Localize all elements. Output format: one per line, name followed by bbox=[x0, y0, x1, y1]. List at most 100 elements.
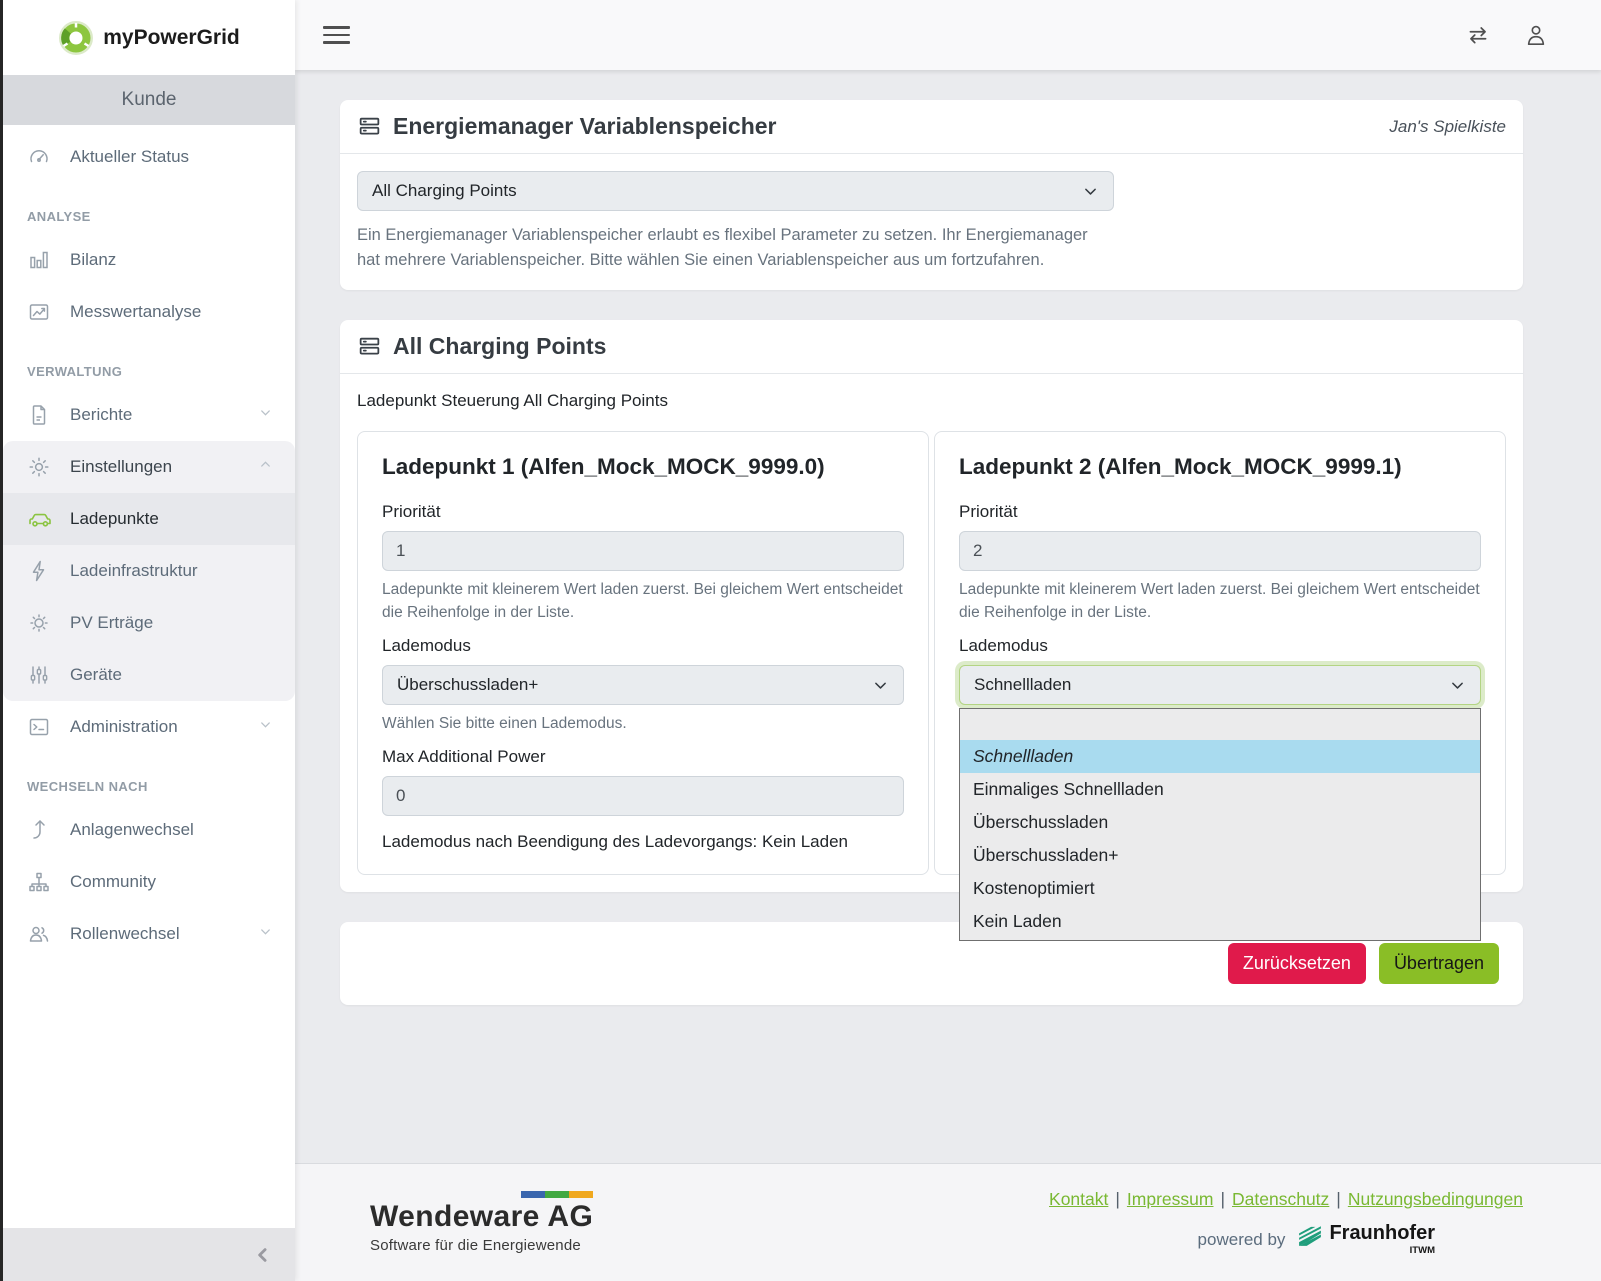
sidebar-item-label: Messwertanalyse bbox=[70, 302, 273, 322]
lademodus-label: Lademodus bbox=[959, 636, 1481, 656]
sliders-icon bbox=[27, 663, 53, 687]
link-separator: | bbox=[1336, 1189, 1341, 1209]
sidebar-item-label: Geräte bbox=[70, 665, 273, 685]
footer-link-nutzungsbedingungen[interactable]: Nutzungsbedingungen bbox=[1348, 1189, 1523, 1209]
logo: myPowerGrid bbox=[3, 0, 295, 75]
sidebar-item-bilanz[interactable]: Bilanz bbox=[3, 234, 295, 286]
lademodus-label: Lademodus bbox=[382, 636, 904, 656]
content-column: Energiemanager Variablenspeicher Jan's S… bbox=[295, 0, 1601, 1281]
sun-icon bbox=[27, 611, 53, 635]
sidebar-item-label: Einstellungen bbox=[70, 457, 258, 477]
section-verwaltung: VERWALTUNG bbox=[3, 364, 295, 379]
sidebar-item-berichte[interactable]: Berichte bbox=[3, 389, 295, 441]
context-label: Jan's Spielkiste bbox=[1389, 117, 1506, 137]
footer-link-datenschutz[interactable]: Datenschutz bbox=[1232, 1189, 1329, 1209]
sidebar-item-community[interactable]: Community bbox=[3, 856, 295, 908]
sidebar-item-messwertanalyse[interactable]: Messwertanalyse bbox=[3, 286, 295, 338]
dropdown-option-einmaliges-schnellladen[interactable]: Einmaliges Schnellladen bbox=[960, 773, 1480, 806]
prioritaet-input-2[interactable] bbox=[959, 531, 1481, 571]
sidebar-item-label: Administration bbox=[70, 717, 258, 737]
gauge-icon bbox=[27, 145, 53, 169]
variablenspeicher-select[interactable]: All Charging Points bbox=[357, 171, 1114, 211]
variablenspeicher-card: Energiemanager Variablenspeicher Jan's S… bbox=[340, 100, 1523, 290]
customer-label: Kunde bbox=[122, 89, 177, 111]
ladepunkt-2-title: Ladepunkt 2 (Alfen_Mock_MOCK_9999.1) bbox=[959, 454, 1481, 480]
prioritaet-input-1[interactable] bbox=[382, 531, 904, 571]
sidebar-item-label: Ladeinfrastruktur bbox=[70, 561, 273, 581]
sidebar-item-rollenwechsel[interactable]: Rollenwechsel bbox=[3, 908, 295, 960]
page-title: Energiemanager Variablenspeicher bbox=[393, 113, 777, 140]
section-wechseln-nach: WECHSELN NACH bbox=[3, 779, 295, 794]
max-power-input-1[interactable] bbox=[382, 776, 904, 816]
footer-link-impressum[interactable]: Impressum bbox=[1127, 1189, 1214, 1209]
dropdown-option-ueberschussladen[interactable]: Überschussladen bbox=[960, 806, 1480, 839]
variablenspeicher-select-value: All Charging Points bbox=[372, 181, 517, 201]
link-separator: | bbox=[1115, 1189, 1120, 1209]
after-charge-note: Lademodus nach Beendigung des Ladevorgan… bbox=[382, 832, 904, 852]
chevron-down-icon bbox=[1449, 677, 1466, 694]
sidebar-item-einstellungen[interactable]: Einstellungen bbox=[3, 441, 295, 493]
gear-icon bbox=[27, 455, 53, 479]
sidebar-item-geraete[interactable]: Geräte bbox=[3, 649, 295, 701]
sidebar: myPowerGrid Kunde Aktueller Status ANALY… bbox=[0, 0, 295, 1281]
section-analyse: ANALYSE bbox=[3, 209, 295, 224]
document-icon bbox=[27, 403, 53, 427]
chevron-down-icon bbox=[258, 924, 273, 944]
app-root: myPowerGrid Kunde Aktueller Status ANALY… bbox=[0, 0, 1601, 1281]
ladepunkt-1-panel: Ladepunkt 1 (Alfen_Mock_MOCK_9999.0) Pri… bbox=[357, 431, 929, 876]
dropdown-option-schnellladen[interactable]: Schnellladen bbox=[960, 740, 1480, 773]
sidebar-item-administration[interactable]: Administration bbox=[3, 701, 295, 753]
reset-button[interactable]: Zurücksetzen bbox=[1228, 943, 1366, 984]
arrow-up-curve-icon bbox=[27, 818, 53, 842]
sidebar-item-label: Aktueller Status bbox=[70, 147, 273, 167]
terminal-icon bbox=[27, 715, 53, 739]
dropdown-option-ueberschussladen-plus[interactable]: Überschussladen+ bbox=[960, 839, 1480, 872]
prioritaet-help: Ladepunkte mit kleinerem Wert laden zuer… bbox=[959, 578, 1481, 625]
sidebar-item-aktueller-status[interactable]: Aktueller Status bbox=[3, 131, 295, 183]
chevron-down-icon bbox=[1082, 183, 1099, 200]
switch-arrows-icon[interactable] bbox=[1463, 22, 1493, 48]
sidebar-item-anlagenwechsel[interactable]: Anlagenwechsel bbox=[3, 804, 295, 856]
variablenspeicher-description: Ein Energiemanager Variablenspeicher erl… bbox=[357, 223, 1102, 273]
sidebar-item-pv-ertraege[interactable]: PV Erträge bbox=[3, 597, 295, 649]
powered-by-text: powered by bbox=[1198, 1230, 1286, 1250]
user-icon[interactable] bbox=[1523, 21, 1549, 49]
chevron-down-icon bbox=[872, 677, 889, 694]
lightning-icon bbox=[27, 559, 53, 583]
submit-button[interactable]: Übertragen bbox=[1379, 943, 1499, 984]
sidebar-item-label: Community bbox=[70, 872, 273, 892]
sidebar-item-ladepunkte[interactable]: Ladepunkte bbox=[3, 493, 295, 545]
lademodus-help: Wählen Sie bitte einen Lademodus. bbox=[382, 712, 904, 735]
fraunhofer-stripes-icon bbox=[1296, 1223, 1324, 1247]
dropdown-option-kostenoptimiert[interactable]: Kostenoptimiert bbox=[960, 872, 1480, 905]
fraunhofer-name: Fraunhofer bbox=[1329, 1223, 1435, 1243]
chevron-up-icon bbox=[258, 457, 273, 477]
prioritaet-label: Priorität bbox=[382, 502, 904, 522]
lademodus-select-2-value: Schnellladen bbox=[974, 675, 1071, 695]
sidebar-item-label: Ladepunkte bbox=[70, 509, 273, 529]
powered-by: powered by Fraun bbox=[1049, 1223, 1435, 1256]
lademodus-select-1[interactable]: Überschussladen+ bbox=[382, 665, 904, 705]
bar-chart-icon bbox=[27, 248, 53, 272]
logo-text: myPowerGrid bbox=[103, 26, 240, 50]
sidebar-collapse-bar bbox=[3, 1228, 295, 1281]
einstellungen-group: Einstellungen Ladepunkte bbox=[3, 441, 295, 701]
chevron-down-icon bbox=[258, 717, 273, 737]
dropdown-option-empty[interactable] bbox=[960, 709, 1480, 740]
lademodus-select-2[interactable]: Schnellladen bbox=[959, 665, 1481, 705]
wendeware-tagline: Software für die Energiewende bbox=[370, 1237, 593, 1254]
sidebar-item-ladeinfrastruktur[interactable]: Ladeinfrastruktur bbox=[3, 545, 295, 597]
footer-links: Kontakt | Impressum | Datenschutz | Nutzungsbe… bbox=[1049, 1189, 1523, 1210]
hamburger-menu-icon[interactable] bbox=[323, 21, 350, 49]
lademodus-select-1-value: Überschussladen+ bbox=[397, 675, 538, 695]
wendeware-logo: Wendeware AG Software für die Energiewen… bbox=[370, 1191, 593, 1254]
fraunhofer-logo: Fraunhofer ITWM bbox=[1296, 1223, 1435, 1256]
dropdown-option-kein-laden[interactable]: Kein Laden bbox=[960, 905, 1480, 938]
charging-card-subtitle: Ladepunkt Steuerung All Charging Points bbox=[357, 391, 1506, 411]
line-chart-icon bbox=[27, 300, 53, 324]
footer-link-kontakt[interactable]: Kontakt bbox=[1049, 1189, 1108, 1209]
link-separator: | bbox=[1220, 1189, 1225, 1209]
sidebar-item-label: Anlagenwechsel bbox=[70, 820, 273, 840]
main-area: Energiemanager Variablenspeicher Jan's S… bbox=[295, 70, 1601, 1163]
chevron-left-icon[interactable] bbox=[253, 1245, 273, 1265]
